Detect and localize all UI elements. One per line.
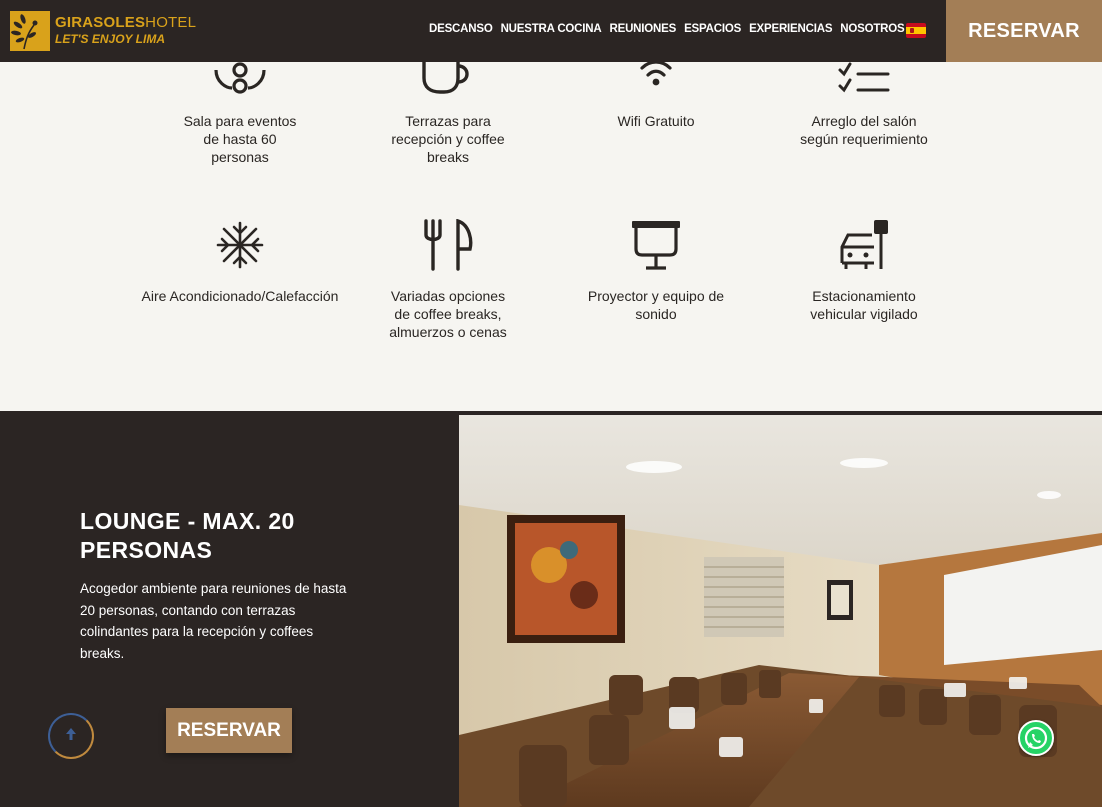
whatsapp-icon (1024, 726, 1048, 750)
amenity-terraces: Terrazas para recepción y coffee breaks (348, 52, 548, 166)
amenity-label: Estacionamiento vehicular vigilado (810, 288, 918, 322)
amenity-air-conditioning: Aire Acondicionado/Calefacción (140, 219, 340, 305)
car-icon (840, 220, 888, 269)
nav-item-nuestra-cocina[interactable]: NUESTRA COCINA (501, 23, 602, 35)
amenity-label: Variadas opciones de coffee breaks, almu… (389, 288, 507, 340)
hotel-logo[interactable]: GIRASOLESHOTEL LET'S ENJOY LIMA (10, 11, 196, 51)
amenity-projector: Proyector y equipo de sonido (556, 219, 756, 323)
amenity-label: Proyector y equipo de sonido (587, 288, 725, 322)
spain-flag-icon[interactable] (906, 23, 926, 38)
amenity-event-room: Sala para eventos de hasta 60 personas (140, 52, 340, 166)
amenity-room-setup: Arreglo del salón según requerimiento (764, 52, 964, 148)
arrow-up-icon (66, 728, 76, 740)
lounge-reserve-button[interactable]: RESERVAR (166, 708, 292, 753)
amenity-label: Wifi Gratuito (617, 113, 695, 129)
nav-item-experiencias[interactable]: EXPERIENCIAS (749, 23, 832, 35)
amenity-food-options: Variadas opciones de coffee breaks, almu… (348, 219, 548, 341)
amenity-parking: Estacionamiento vehicular vigilado (764, 219, 964, 323)
amenity-label: Terrazas para recepción y coffee breaks (391, 113, 505, 165)
projector-icon (632, 221, 680, 270)
main-nav: DESCANSO NUESTRA COCINA REUNIONES ESPACI… (429, 23, 905, 35)
amenity-label: Sala para eventos de hasta 60 personas (183, 113, 297, 165)
nav-item-reuniones[interactable]: REUNIONES (610, 23, 677, 35)
nav-item-espacios[interactable]: ESPACIOS (684, 23, 741, 35)
site-header: GIRASOLESHOTEL LET'S ENJOY LIMA DESCANSO… (0, 0, 1102, 62)
lounge-section: LOUNGE - MAX. 20 PERSONAS Acogedor ambie… (0, 411, 1102, 807)
scroll-to-top-button[interactable] (48, 713, 94, 759)
snowflake-icon (216, 221, 264, 269)
nav-item-descanso[interactable]: DESCANSO (429, 23, 493, 35)
fork-knife-icon (424, 219, 473, 271)
meeting-room-photo (459, 415, 1102, 807)
brand-name: GIRASOLESHOTEL (55, 14, 197, 31)
nav-item-nosotros[interactable]: NOSOTROS (840, 23, 904, 35)
amenity-label: Arreglo del salón según requerimiento (800, 113, 928, 147)
lounge-title: LOUNGE - MAX. 20 PERSONAS (80, 508, 295, 563)
amenity-label: Aire Acondicionado/Calefacción (141, 288, 339, 304)
whatsapp-chat-button[interactable] (1018, 720, 1054, 756)
brand-tagline: LET'S ENJOY LIMA (55, 32, 165, 46)
amenity-wifi: Wifi Gratuito (556, 52, 756, 130)
lounge-description: Acogedor ambiente para reuniones de hast… (80, 581, 347, 661)
sunflower-logo-icon (10, 11, 50, 51)
reserve-header-button[interactable]: RESERVAR (946, 0, 1102, 62)
